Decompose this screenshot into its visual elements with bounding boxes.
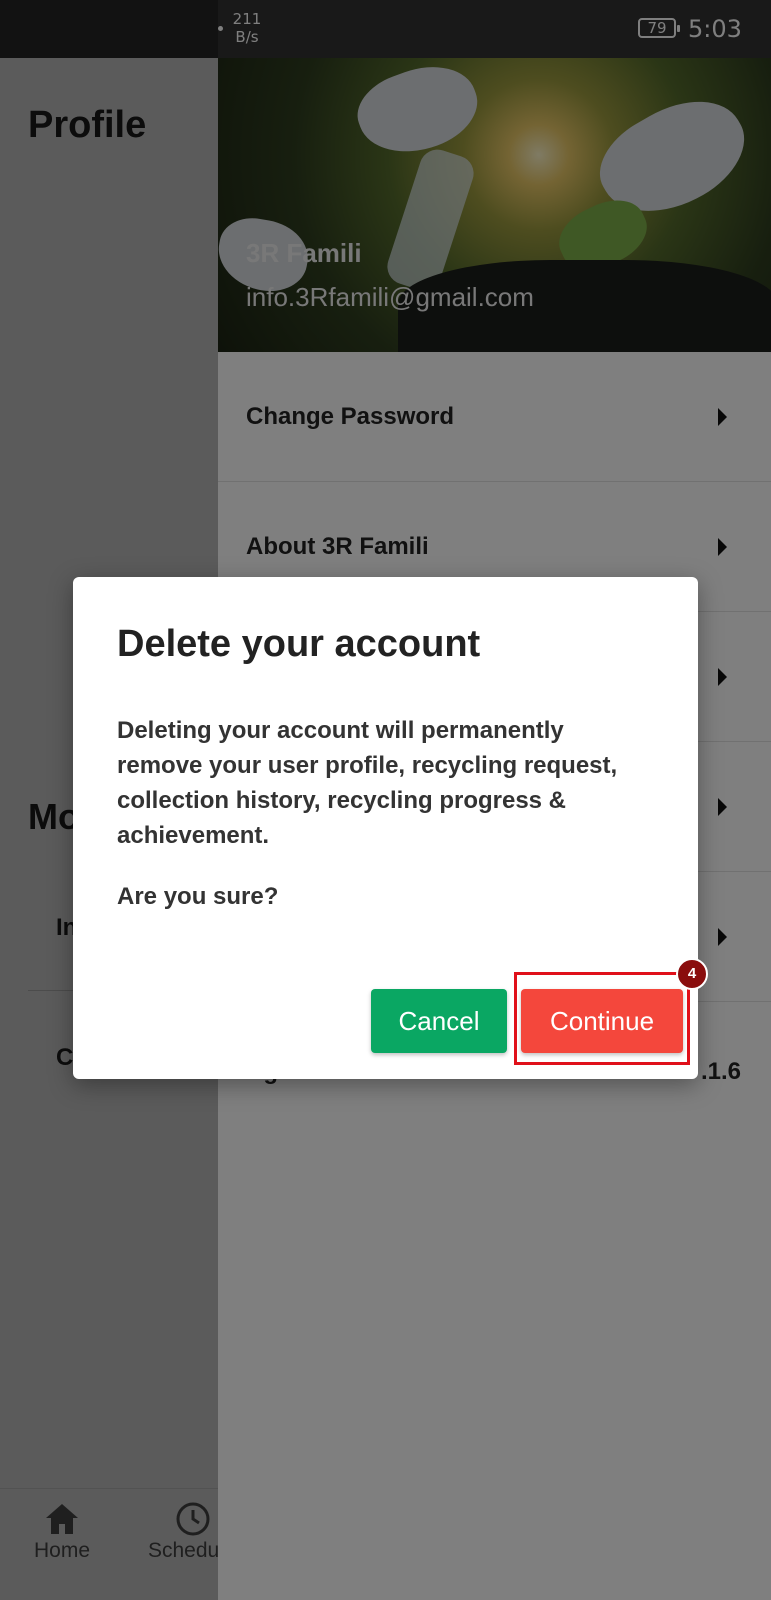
cancel-button[interactable]: Cancel — [371, 989, 507, 1053]
app-root: Profile Mo In C Home Schedu — [0, 0, 771, 1600]
dialog-title: Delete your account — [117, 623, 481, 665]
step-badge: 4 — [676, 958, 708, 990]
dialog-message: Deleting your account will permanently r… — [117, 717, 618, 849]
dialog-question: Are you sure? — [117, 883, 279, 910]
highlight-box — [514, 972, 690, 1065]
